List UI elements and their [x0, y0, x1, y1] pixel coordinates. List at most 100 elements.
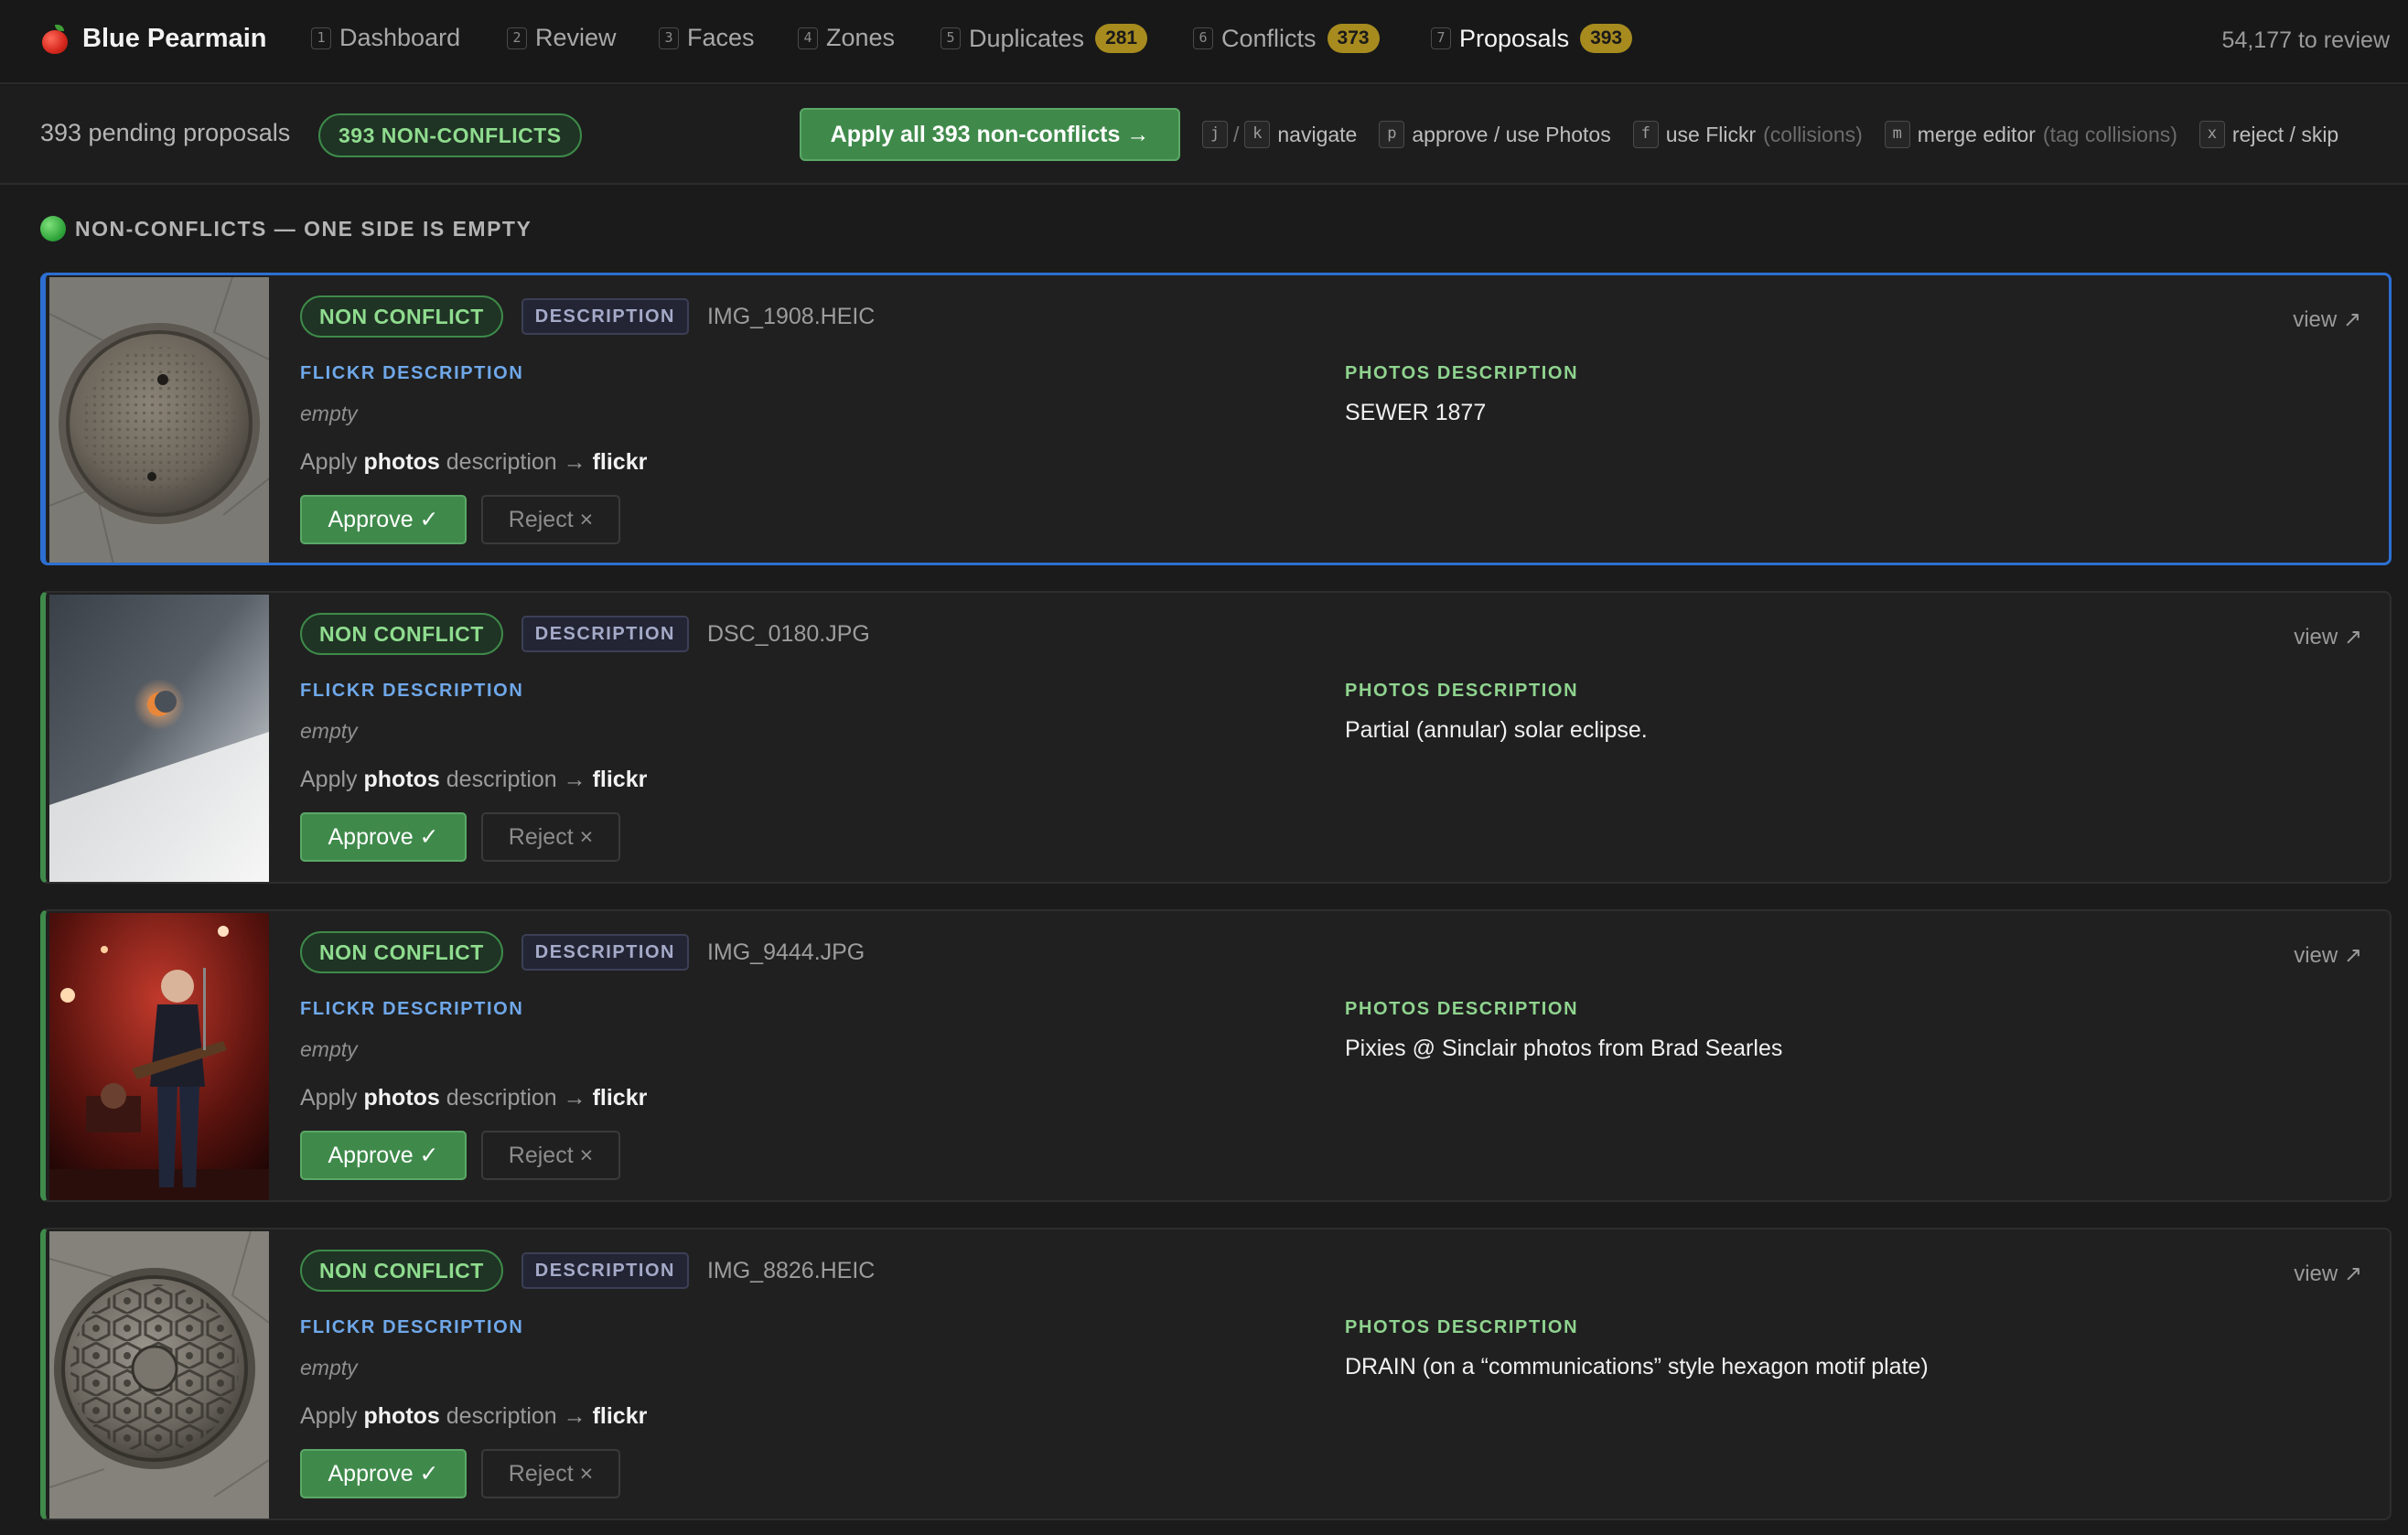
nav-shortcut-key: 2 — [507, 27, 527, 49]
key-x: x — [2198, 121, 2225, 148]
apply-prefix: Apply — [300, 767, 358, 792]
count-badge: 393 — [1580, 24, 1633, 53]
nav-item-label: Faces — [687, 24, 755, 51]
section-header: NON-CONFLICTS — ONE SIDE IS EMPTY — [40, 216, 532, 242]
card-header: NON CONFLICT DESCRIPTION DSC_0180.JPG — [300, 613, 870, 655]
apply-prefix: Apply — [300, 449, 358, 475]
apply-target: flickr — [592, 449, 648, 475]
file-name: DSC_0180.JPG — [706, 620, 870, 647]
apply-target: flickr — [592, 767, 648, 792]
proposals-toolbar: 393 pending proposals 393 NON-CONFLICTS … — [0, 86, 2408, 185]
nav-item-label: Duplicates — [969, 24, 1085, 52]
photos-description-value: DRAIN (on a “communications” style hexag… — [1345, 1354, 1929, 1379]
apple-icon — [40, 24, 70, 54]
apply-mid: description → — [446, 767, 586, 792]
shortcut-label: use Flickr — [1665, 122, 1757, 146]
nav-item-proposals[interactable]: 7 Proposals 393 — [1431, 24, 1633, 53]
photo-thumbnail[interactable] — [49, 595, 269, 882]
key-k: k — [1244, 121, 1271, 148]
apply-prefix: Apply — [300, 1085, 358, 1111]
shortcut-navigate: j / k navigate — [1202, 121, 1357, 148]
key-f: f — [1632, 121, 1659, 148]
proposal-card[interactable]: NON CONFLICT DESCRIPTION IMG_1908.HEIC v… — [40, 273, 2392, 565]
shortcut-use-flickr: f use Flickr (collisions) — [1632, 121, 1863, 148]
nav-shortcut-key: 3 — [659, 27, 679, 49]
approve-button[interactable]: Approve ✓ — [300, 1449, 467, 1498]
view-link[interactable]: view ↗ — [2293, 306, 2361, 333]
nav-item-label: Proposals — [1459, 24, 1570, 52]
field-type-badge: DESCRIPTION — [521, 934, 689, 971]
apply-prefix: Apply — [300, 1403, 358, 1429]
file-name: IMG_8826.HEIC — [706, 1257, 876, 1283]
card-header: NON CONFLICT DESCRIPTION IMG_1908.HEIC — [300, 295, 875, 338]
photo-thumbnail[interactable] — [49, 1231, 269, 1519]
flickr-description-label: FLICKR DESCRIPTION — [300, 681, 524, 701]
reject-button[interactable]: Reject × — [481, 812, 620, 862]
nav-item-duplicates[interactable]: 5 Duplicates 281 — [941, 24, 1148, 53]
photo-thumbnail[interactable] — [49, 913, 269, 1200]
approve-button[interactable]: Approve ✓ — [300, 495, 467, 544]
nav-item-review[interactable]: 2 Review — [507, 24, 617, 52]
file-name: IMG_1908.HEIC — [706, 303, 876, 329]
nav-item-conflicts[interactable]: 6 Conflicts 373 — [1193, 24, 1380, 53]
nav-shortcut-key: 5 — [941, 27, 961, 49]
file-name: IMG_9444.JPG — [706, 939, 865, 965]
shortcut-note: (collisions) — [1763, 122, 1863, 146]
shortcut-label: navigate — [1277, 122, 1358, 146]
proposal-card[interactable]: NON CONFLICT DESCRIPTION IMG_8826.HEIC v… — [40, 1228, 2392, 1520]
flickr-description-value: empty — [300, 1037, 358, 1061]
nav-item-dashboard[interactable]: 1 Dashboard — [311, 24, 460, 52]
field-type-badge: DESCRIPTION — [521, 1252, 689, 1289]
non-conflict-badge: NON CONFLICT — [300, 1250, 503, 1292]
shortcut-label: approve / use Photos — [1412, 122, 1611, 146]
approve-button[interactable]: Approve ✓ — [300, 812, 467, 862]
apply-direction: Apply photos description → flickr — [300, 1085, 647, 1111]
nav-item-label: Zones — [826, 24, 896, 51]
manhole-cover-image — [49, 277, 269, 563]
non-conflict-badge: NON CONFLICT — [300, 295, 503, 338]
field-type-badge: DESCRIPTION — [521, 298, 689, 335]
nav-shortcut-key: 1 — [311, 27, 331, 49]
view-link[interactable]: view ↗ — [2294, 942, 2362, 969]
apply-source: photos — [363, 767, 440, 792]
photos-description-label: PHOTOS DESCRIPTION — [1345, 363, 1579, 383]
flickr-description-value: empty — [300, 719, 358, 743]
apply-direction: Apply photos description → flickr — [300, 767, 647, 793]
photos-description-value: Partial (annular) solar eclipse. — [1345, 717, 1648, 743]
drain-cover-image — [49, 1231, 269, 1519]
nav-item-label: Conflicts — [1221, 24, 1317, 52]
photos-description-value: Pixies @ Sinclair photos from Brad Searl… — [1345, 1036, 1783, 1061]
shortcut-label: reject / skip — [2231, 122, 2339, 146]
nav-item-faces[interactable]: 3 Faces — [659, 24, 755, 52]
field-type-badge: DESCRIPTION — [521, 616, 689, 652]
apply-direction: Apply photos description → flickr — [300, 1403, 647, 1430]
shortcut-note: (tag collisions) — [2042, 122, 2177, 146]
app-brand[interactable]: Blue Pearmain — [40, 24, 266, 54]
shortcut-approve: p approve / use Photos — [1379, 121, 1611, 148]
photo-thumbnail[interactable] — [49, 277, 269, 563]
nav-item-label: Review — [535, 24, 617, 51]
reject-button[interactable]: Reject × — [481, 1131, 620, 1180]
key-separator: / — [1233, 122, 1240, 146]
nav-shortcut-key: 4 — [798, 27, 818, 49]
nav-shortcut-key: 6 — [1193, 27, 1213, 49]
approve-button[interactable]: Approve ✓ — [300, 1131, 467, 1180]
app-name: Blue Pearmain — [82, 24, 267, 53]
flickr-description-label: FLICKR DESCRIPTION — [300, 363, 524, 383]
proposal-card[interactable]: NON CONFLICT DESCRIPTION DSC_0180.JPG vi… — [40, 591, 2392, 884]
proposal-card[interactable]: NON CONFLICT DESCRIPTION IMG_9444.JPG vi… — [40, 909, 2392, 1202]
apply-target: flickr — [592, 1085, 648, 1111]
apply-all-button[interactable]: Apply all 393 non-conflicts → — [800, 108, 1180, 161]
card-header: NON CONFLICT DESCRIPTION IMG_9444.JPG — [300, 931, 865, 973]
solar-eclipse-image — [49, 595, 269, 882]
key-j: j — [1202, 121, 1228, 148]
shortcut-merge-editor: m merge editor (tag collisions) — [1884, 121, 2177, 148]
view-link[interactable]: view ↗ — [2294, 624, 2362, 650]
reject-button[interactable]: Reject × — [481, 495, 620, 544]
nav-item-zones[interactable]: 4 Zones — [798, 24, 895, 52]
apply-source: photos — [363, 1403, 440, 1429]
photos-description-value: SEWER 1877 — [1345, 400, 1487, 425]
flickr-description-label: FLICKR DESCRIPTION — [300, 999, 524, 1019]
reject-button[interactable]: Reject × — [481, 1449, 620, 1498]
view-link[interactable]: view ↗ — [2294, 1261, 2362, 1287]
